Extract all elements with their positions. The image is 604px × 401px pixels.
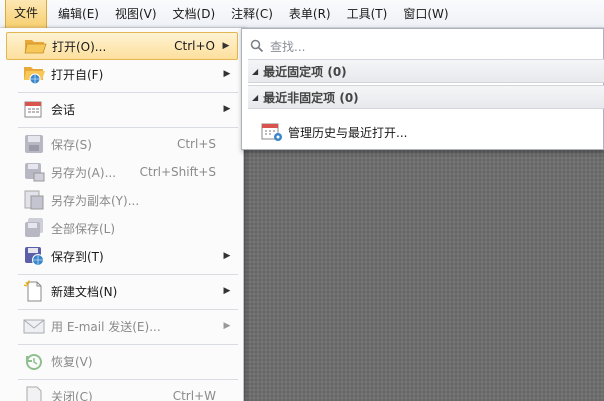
manage-history-item[interactable]: 管理历史与最近打开... — [260, 119, 407, 145]
menu-email[interactable]: 用 E-mail 发送(E)... ▶ — [6, 312, 238, 340]
menu-file[interactable]: 文件 — [5, 0, 48, 28]
chevron-right-icon: ▶ — [223, 321, 231, 331]
file-menu: 打开(O)... Ctrl+O ▶ 打开自(F) ▶ 会话 ▶ 保存(S) Ct… — [0, 28, 244, 401]
folder-open-icon — [23, 35, 47, 57]
collapse-triangle-icon: ◢ — [252, 66, 259, 76]
menu-open-from[interactable]: 打开自(F) ▶ — [6, 60, 238, 88]
menu-comment[interactable]: 注释(C) — [223, 0, 281, 28]
menu-open[interactable]: 打开(O)... Ctrl+O ▶ — [6, 32, 238, 60]
folder-globe-icon — [22, 63, 46, 85]
menu-tools[interactable]: 工具(T) — [339, 0, 396, 28]
separator — [18, 344, 238, 345]
new-document-icon — [22, 280, 46, 302]
chevron-right-icon: ▶ — [223, 104, 231, 114]
save-globe-icon — [22, 245, 46, 267]
menu-close[interactable]: 关闭(C) Ctrl+W — [6, 382, 238, 401]
menu-save-as[interactable]: 另存为(A)... Ctrl+Shift+S — [6, 158, 238, 186]
menu-save-copy[interactable]: 另存为副本(Y)... — [6, 186, 238, 214]
chevron-right-icon: ▶ — [223, 286, 231, 296]
search-icon — [250, 39, 264, 53]
menu-session[interactable]: 会话 ▶ — [6, 95, 238, 123]
menu-document[interactable]: 文档(D) — [165, 0, 224, 28]
menu-save-all[interactable]: 全部保存(L) — [6, 214, 238, 242]
collapse-triangle-icon: ◢ — [252, 92, 259, 102]
save-all-icon — [22, 217, 46, 239]
chevron-right-icon: ▶ — [223, 251, 231, 261]
separator — [18, 309, 238, 310]
menu-save-to[interactable]: 保存到(T) ▶ — [6, 242, 238, 270]
search-placeholder: 查找... — [270, 39, 306, 54]
open-submenu: 查找... ◢ 最近固定项 (0) ◢ 最近非固定项 (0) 管理历史与最近打开… — [241, 28, 604, 150]
menu-save[interactable]: 保存(S) Ctrl+S — [6, 130, 238, 158]
menu-new-document[interactable]: 新建文档(N) ▶ — [6, 277, 238, 305]
menu-forms[interactable]: 表单(R) — [281, 0, 339, 28]
calendar-icon — [22, 98, 46, 120]
chevron-right-icon: ▶ — [222, 41, 230, 51]
revert-icon — [22, 350, 46, 372]
separator — [18, 127, 238, 128]
save-icon — [22, 133, 46, 155]
recent-search[interactable]: 查找... — [250, 35, 305, 57]
separator — [18, 379, 238, 380]
save-as-icon — [22, 161, 46, 183]
email-icon — [22, 315, 46, 337]
separator — [18, 274, 238, 275]
menu-edit[interactable]: 编辑(E) — [50, 0, 107, 28]
close-document-icon — [22, 385, 46, 401]
chevron-right-icon: ▶ — [223, 69, 231, 79]
separator — [18, 92, 238, 93]
menu-window[interactable]: 窗口(W) — [395, 0, 456, 28]
menu-bar: 文件 编辑(E) 视图(V) 文档(D) 注释(C) 表单(R) 工具(T) 窗… — [0, 0, 604, 28]
section-unpinned[interactable]: ◢ 最近非固定项 (0) — [248, 85, 604, 109]
calendar-gear-icon — [260, 121, 284, 143]
menu-revert[interactable]: 恢复(V) — [6, 347, 238, 375]
save-copy-icon — [22, 189, 46, 211]
menu-view[interactable]: 视图(V) — [107, 0, 165, 28]
section-pinned[interactable]: ◢ 最近固定项 (0) — [248, 59, 604, 83]
